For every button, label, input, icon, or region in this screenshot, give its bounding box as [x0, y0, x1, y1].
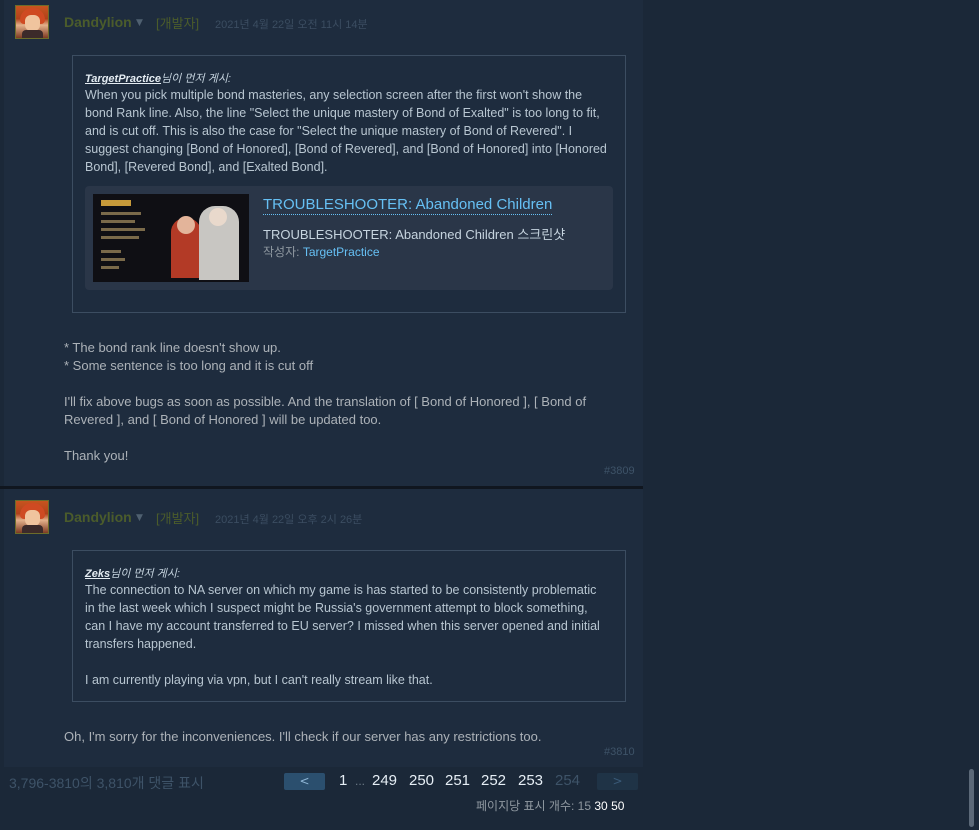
- embed-author-link[interactable]: TargetPractice: [303, 245, 380, 259]
- scrollbar-track[interactable]: [965, 0, 979, 830]
- embed-author-prefix: 작성자:: [263, 245, 300, 259]
- quote-line: suggest changing [Bond of Honored], [Bon…: [85, 142, 607, 156]
- post-timestamp: 2021년 4월 22일 오전 11시 14분: [215, 19, 368, 31]
- comment-post: Dandylion ▼ [개발자] 2021년 4월 22일 오후 2시 26분…: [4, 489, 643, 767]
- quote-line: Bond], [Revered Bond], and [Exalted Bond…: [85, 160, 328, 174]
- developer-badge: [개발자]: [156, 511, 200, 526]
- quote-line: and is cut off. This is also the case fo…: [85, 124, 573, 138]
- author-name[interactable]: Dandylion: [64, 14, 132, 30]
- author-dropdown-icon[interactable]: ▼: [136, 513, 143, 523]
- quoted-author-link[interactable]: TargetPractice: [85, 73, 161, 85]
- quote-suffix: 님이 먼저 게시:: [110, 568, 180, 580]
- quote-line: in the last week which I suspect might b…: [85, 601, 588, 615]
- comment-number[interactable]: #3810: [604, 746, 635, 758]
- body-line: * The bond rank line doesn't show up.: [64, 340, 281, 355]
- avatar[interactable]: [15, 5, 49, 39]
- author-name[interactable]: Dandylion: [64, 509, 132, 525]
- body-line: Revered ], and [ Bond of Honored ] will …: [64, 412, 382, 427]
- page-link[interactable]: 251: [445, 772, 470, 789]
- page-link[interactable]: 252: [481, 772, 506, 789]
- comment-body: Oh, I'm sorry for the inconveniences. I'…: [64, 728, 624, 746]
- quote-suffix: 님이 먼저 게시:: [161, 73, 231, 85]
- body-line: * Some sentence is too long and it is cu…: [64, 358, 314, 373]
- comments-panel: Dandylion ▼ [개발자] 2021년 4월 22일 오전 11시 14…: [0, 0, 643, 770]
- comment-number[interactable]: #3809: [604, 465, 635, 477]
- body-line: Thank you!: [64, 448, 129, 463]
- quote-text: When you pick multiple bond masteries, a…: [85, 86, 615, 176]
- body-line: Oh, I'm sorry for the inconveniences. I'…: [64, 729, 542, 744]
- per-page-option-30[interactable]: 30: [594, 799, 607, 813]
- scrollbar-thumb[interactable]: [969, 769, 974, 827]
- author-dropdown-icon[interactable]: ▼: [136, 18, 143, 28]
- prev-page-button[interactable]: <: [284, 773, 325, 790]
- comment-count-label: 3,796-3810의 3,810개 댓글 표시: [9, 775, 204, 791]
- quote-line: When you pick multiple bond masteries, a…: [85, 88, 583, 102]
- per-page-option-15[interactable]: 15: [578, 799, 591, 813]
- quote-line: [85, 653, 615, 671]
- quote-header: Zeks님이 먼저 게시:: [85, 565, 180, 581]
- avatar[interactable]: [15, 500, 49, 534]
- quote-text: The connection to NA server on which my …: [85, 581, 615, 689]
- developer-badge: [개발자]: [156, 16, 200, 31]
- quote-header: TargetPractice님이 먼저 게시:: [85, 70, 231, 86]
- body-line: I'll fix above bugs as soon as possible.…: [64, 394, 587, 409]
- embed-author: 작성자: TargetPractice: [263, 243, 380, 260]
- page-ellipsis: ...: [355, 774, 366, 788]
- current-page: 254: [555, 772, 581, 789]
- post-timestamp: 2021년 4월 22일 오후 2시 26분: [215, 514, 363, 526]
- quoted-author-link[interactable]: Zeks: [85, 568, 110, 580]
- page-link[interactable]: 249: [372, 772, 397, 789]
- quote-line: transfers happened.: [85, 637, 197, 651]
- quote-line: bond Rank line. Also, the line "Select t…: [85, 106, 600, 120]
- page-link[interactable]: 1: [339, 772, 347, 789]
- screenshot-thumbnail[interactable]: [93, 194, 249, 282]
- page-link[interactable]: 253: [518, 772, 543, 789]
- per-page-label: 페이지당 표시 개수:: [476, 799, 575, 813]
- quote-line: I am currently playing via vpn, but I ca…: [85, 673, 433, 687]
- embed-title-link[interactable]: TROUBLESHOOTER: Abandoned Children: [263, 196, 553, 215]
- quote-line: can I have my account transferred to EU …: [85, 619, 600, 633]
- per-page-selector: 페이지당 표시 개수: 15 30 50: [476, 797, 624, 814]
- quote-block: Zeks님이 먼저 게시: The connection to NA serve…: [72, 550, 626, 702]
- quote-block: TargetPractice님이 먼저 게시: When you pick mu…: [72, 55, 626, 313]
- comment-post: Dandylion ▼ [개발자] 2021년 4월 22일 오전 11시 14…: [4, 0, 643, 486]
- comment-body: * The bond rank line doesn't show up. * …: [64, 339, 624, 465]
- screenshot-embed[interactable]: TROUBLESHOOTER: Abandoned Children TROUB…: [85, 186, 613, 290]
- embed-subtitle: TROUBLESHOOTER: Abandoned Children 스크린샷: [263, 227, 566, 242]
- quote-line: The connection to NA server on which my …: [85, 583, 597, 597]
- page-link[interactable]: 250: [409, 772, 434, 789]
- right-pane: [643, 0, 965, 830]
- per-page-option-50[interactable]: 50: [611, 799, 624, 813]
- next-page-button[interactable]: >: [597, 773, 638, 790]
